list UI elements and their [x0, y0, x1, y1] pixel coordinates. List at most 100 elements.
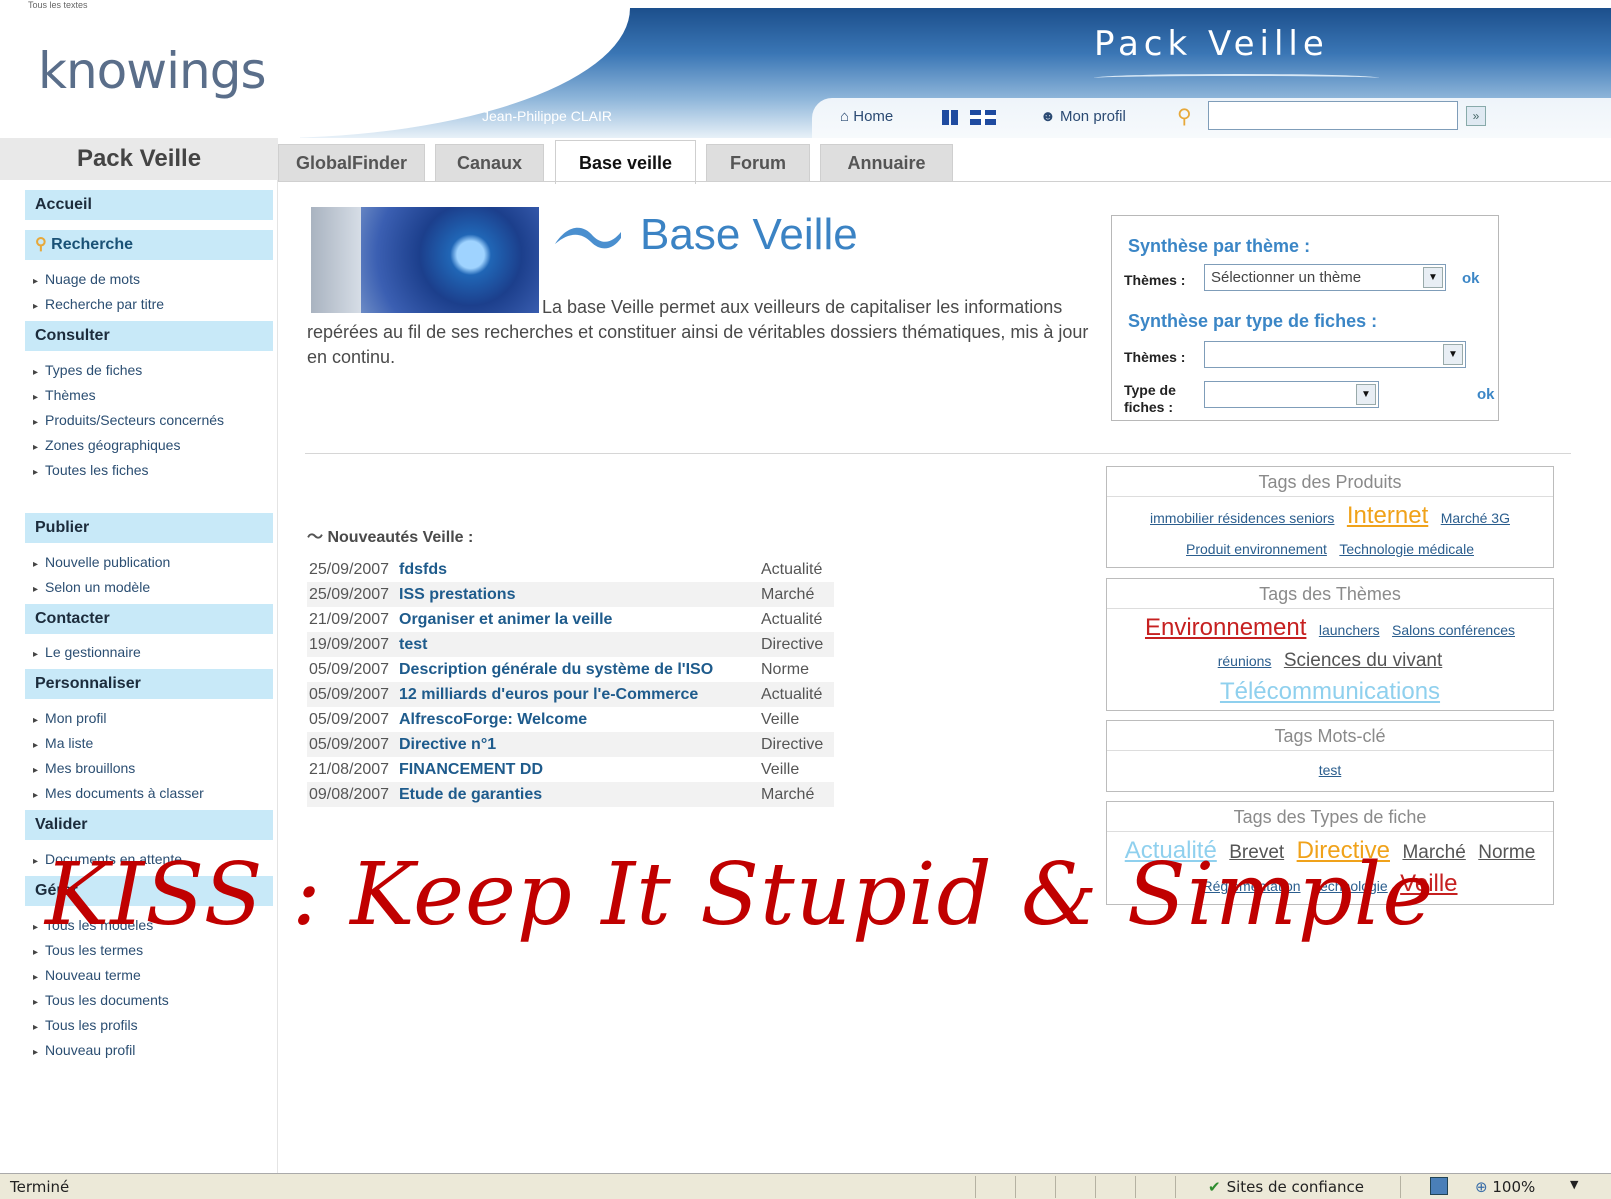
tags-motscle-heading: Tags Mots-clé [1107, 721, 1553, 751]
tab-canaux[interactable]: Canaux [435, 144, 544, 182]
security-zone[interactable]: ✔ Sites de confiance [1208, 1178, 1364, 1196]
chevron-down-icon[interactable]: ▼ [1570, 1178, 1578, 1191]
news-title[interactable]: AlfrescoForge: Welcome [397, 707, 759, 732]
tag-link[interactable]: Marché 3G [1441, 510, 1510, 526]
tag-link[interactable]: launchers [1319, 622, 1380, 638]
tab-annuaire[interactable]: Annuaire [820, 144, 953, 182]
nav-accueil[interactable]: Accueil [25, 190, 273, 220]
zoom-level[interactable]: ⊕ 100% [1475, 1178, 1535, 1196]
type-fiches-select[interactable]: ▼ [1204, 381, 1379, 408]
news-heading-label: Nouveautés Veille : [327, 529, 474, 546]
top-crumb[interactable]: Tous les textes [28, 0, 88, 10]
check-icon: ✔ [1208, 1178, 1221, 1196]
language-switcher[interactable] [942, 110, 998, 130]
news-title[interactable]: fdsfds [397, 557, 759, 582]
type-ok-button[interactable]: ok [1477, 386, 1495, 403]
nav-item-toutes-fiches[interactable]: Toutes les fiches [33, 462, 149, 478]
nav-item-zones[interactable]: Zones géographiques [33, 437, 180, 453]
news-type: Actualité [761, 610, 823, 628]
theme-ok-button[interactable]: ok [1462, 270, 1480, 287]
french-flag-icon[interactable] [951, 110, 958, 125]
french-flag-icon[interactable] [942, 110, 949, 125]
tag-link[interactable]: test [1319, 762, 1342, 778]
tag-link[interactable]: Norme [1478, 842, 1535, 863]
nav-recherche[interactable]: ⚲ Recherche [25, 230, 273, 260]
news-heading: 〜 Nouveautés Veille : [307, 523, 473, 547]
nav-item-nouveau-terme[interactable]: Nouveau terme [33, 967, 141, 983]
dropdown-arrow-icon[interactable]: ▼ [1443, 344, 1463, 365]
page-icon[interactable] [1430, 1177, 1448, 1195]
tag-link[interactable]: Salons conférences [1392, 622, 1515, 638]
nav-item-selon-modele[interactable]: Selon un modèle [33, 579, 150, 595]
tag-link[interactable]: Sciences du vivant [1284, 650, 1442, 671]
nav-item-recherche-titre[interactable]: Recherche par titre [33, 296, 164, 312]
tag-link[interactable]: immobilier résidences seniors [1150, 510, 1334, 526]
tag-link[interactable]: réunions [1218, 653, 1272, 669]
nav-item-gestionnaire[interactable]: Le gestionnaire [33, 644, 141, 660]
dropdown-arrow-icon[interactable]: ▼ [1356, 384, 1376, 405]
nav-item-themes[interactable]: Thèmes [33, 387, 96, 403]
tab-globalfinder[interactable]: GlobalFinder [278, 144, 425, 182]
news-date: 05/09/2007 [309, 660, 390, 678]
nav-item-nuage[interactable]: Nuage de mots [33, 271, 140, 287]
nav-item-mon-profil[interactable]: Mon profil [33, 710, 106, 726]
nav-item-types-fiches[interactable]: Types de fiches [33, 362, 142, 378]
news-title[interactable]: 12 milliards d'euros pour l'e-Commerce [397, 682, 759, 707]
tab-forum[interactable]: Forum [706, 144, 810, 182]
news-title[interactable]: Directive n°1 [397, 732, 759, 757]
news-table: 25/09/2007 fdsfds Actualité 25/09/2007 ISS p… [307, 557, 834, 807]
nav-item-ma-liste[interactable]: Ma liste [33, 735, 93, 751]
news-title[interactable]: Etude de garanties [397, 782, 759, 807]
tag-link[interactable]: Internet [1347, 502, 1428, 529]
search-input[interactable] [1208, 101, 1458, 130]
synthese-theme-heading: Synthèse par thème : [1128, 236, 1311, 256]
knowings-logo[interactable]: knowings [38, 42, 266, 100]
nav-item-brouillons[interactable]: Mes brouillons [33, 760, 135, 776]
tags-motscle-cloud: test [1107, 751, 1553, 790]
tag-link[interactable]: Environnement [1145, 614, 1306, 641]
tab-base-veille[interactable]: Base veille [555, 140, 696, 184]
news-type: Directive [759, 732, 834, 757]
home-link[interactable]: ⌂ Home [840, 108, 893, 125]
nav-item-produits[interactable]: Produits/Secteurs concernés [33, 412, 224, 428]
theme-select[interactable]: Sélectionner un thème ▼ [1204, 264, 1446, 291]
news-row: 05/09/2007 Directive n°1 Directive [307, 732, 834, 757]
tag-link[interactable]: Télécommunications [1220, 678, 1440, 705]
nav-item-tous-profils[interactable]: Tous les profils [33, 1017, 138, 1033]
search-go-button[interactable]: » [1466, 106, 1486, 126]
news-date: 05/09/2007 [307, 732, 397, 757]
nav-publier: Publier [25, 513, 273, 543]
tags-themes-panel: Tags des Thèmes Environnement launchers … [1106, 578, 1554, 711]
news-title[interactable]: Description générale du système de l'ISO [397, 657, 759, 682]
nav-item-nouveau-profil[interactable]: Nouveau profil [33, 1042, 135, 1058]
nav-item-documents-classer[interactable]: Mes documents à classer [33, 785, 204, 801]
tags-motscle-panel: Tags Mots-clé test [1106, 720, 1554, 792]
news-title[interactable]: test [397, 632, 759, 657]
news-row: 05/09/2007 AlfrescoForge: Welcome Veille [307, 707, 834, 732]
news-date: 05/09/2007 [309, 710, 390, 728]
news-date: 25/09/2007 [309, 560, 390, 578]
synthese-panel: Synthèse par thème : Thèmes : Sélectionn… [1111, 215, 1499, 421]
dropdown-arrow-icon[interactable]: ▼ [1423, 267, 1443, 288]
tags-produits-panel: Tags des Produits immobilier résidences … [1106, 466, 1554, 568]
tag-link[interactable]: Technologie médicale [1339, 541, 1474, 557]
theme-select-2[interactable]: ▼ [1204, 341, 1466, 368]
news-title[interactable]: Organiser et animer la veille [397, 607, 759, 632]
news-title[interactable]: ISS prestations [397, 582, 759, 607]
status-divider [1095, 1176, 1096, 1198]
brand-title: Pack Veille [1094, 24, 1329, 64]
tag-link[interactable]: Produit environnement [1186, 541, 1327, 557]
uk-flag-icon[interactable] [970, 110, 997, 125]
news-type: Veille [761, 710, 800, 728]
nav-item-nouvelle-publication[interactable]: Nouvelle publication [33, 554, 170, 570]
security-zone-label: Sites de confiance [1226, 1178, 1365, 1196]
news-type: Marché [759, 582, 834, 607]
news-type: Veille [761, 760, 800, 778]
nav-item-tous-documents[interactable]: Tous les documents [33, 992, 169, 1008]
main-tabs: GlobalFinder Canaux Base veille Forum An… [278, 140, 1611, 184]
tab-divider [278, 181, 1611, 182]
left-sidebar: Pack Veille Accueil ⚲ Recherche Nuage de… [0, 138, 278, 1173]
news-title[interactable]: FINANCEMENT DD [397, 757, 759, 782]
profile-link[interactable]: ☻ Mon profil [1040, 108, 1126, 125]
wave-icon [555, 227, 621, 249]
